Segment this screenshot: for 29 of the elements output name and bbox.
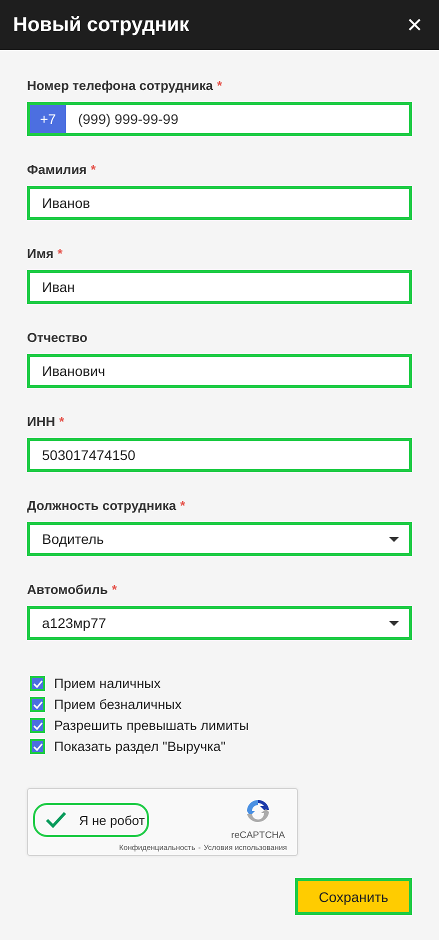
required-mark: * bbox=[59, 414, 64, 429]
dropdown[interactable]: а123мр77 bbox=[27, 606, 412, 640]
input-field[interactable]: Иванович bbox=[27, 354, 412, 388]
field-label: Автомобиль bbox=[27, 582, 108, 597]
field-label: ИНН bbox=[27, 414, 56, 429]
input-field[interactable]: 503017474150 bbox=[27, 438, 412, 472]
required-mark: * bbox=[180, 498, 186, 513]
checkbox-label: Прием безналичных bbox=[54, 697, 182, 712]
save-button[interactable]: Сохранить bbox=[295, 878, 412, 915]
close-button[interactable]: ✕ bbox=[406, 13, 423, 37]
field-label: Должность сотрудника bbox=[27, 498, 176, 513]
required-mark: * bbox=[217, 78, 222, 93]
checkbox-label: Показать раздел "Выручка" bbox=[54, 739, 226, 754]
window-title: Новый сотрудник bbox=[13, 14, 190, 36]
captcha-label: Я не робот bbox=[79, 812, 145, 828]
recaptcha-label: reCAPTCHA bbox=[231, 830, 285, 841]
field-label: Отчество bbox=[27, 330, 88, 345]
captcha-checkbox[interactable]: Я не робот bbox=[33, 803, 149, 837]
required-mark: * bbox=[90, 162, 96, 177]
dropdown[interactable]: Водитель bbox=[27, 522, 412, 556]
input-field[interactable]: Иван bbox=[27, 270, 412, 304]
field-label: Имя bbox=[27, 246, 54, 261]
required-mark: * bbox=[112, 582, 117, 597]
input-field[interactable]: Иванов bbox=[27, 186, 412, 220]
checkbox-label: Разрешить превышать лимиты bbox=[54, 718, 249, 733]
field-label: Номер телефона сотрудника bbox=[27, 78, 214, 93]
required-mark: * bbox=[58, 246, 63, 261]
checkbox-label: Прием наличных bbox=[54, 676, 161, 691]
field-label: Фамилия bbox=[27, 162, 87, 177]
